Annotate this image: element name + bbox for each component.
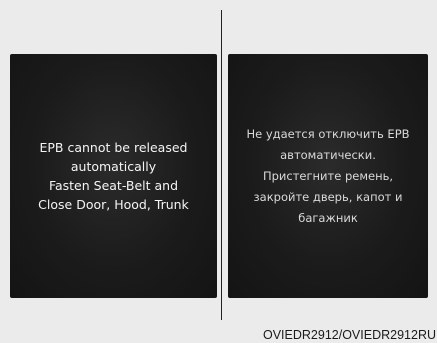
message-line: Close Door, Hood, Trunk	[38, 197, 189, 212]
message-line: EPB cannot be released	[39, 140, 188, 155]
message-line: Не удается отключить EPB	[246, 126, 410, 141]
epb-warning-message-russian: Не удается отключить EPB автоматически. …	[246, 124, 409, 229]
message-line: закройте дверь, капот и	[253, 189, 403, 204]
message-line: automatically	[70, 159, 157, 174]
epb-warning-message-english: EPB cannot be released automatically Fas…	[38, 138, 189, 214]
message-line: автоматически.	[280, 147, 376, 162]
panel-divider	[221, 10, 222, 320]
message-line: Fasten Seat-Belt and	[48, 178, 179, 193]
image-code-caption: OVIEDR2912/OVIEDR2912RU	[263, 328, 436, 342]
message-line: Пристегните ремень,	[262, 168, 394, 183]
display-screen-russian: Не удается отключить EPB автоматически. …	[228, 54, 428, 298]
display-screen-english: EPB cannot be released automatically Fas…	[10, 54, 217, 298]
message-line: багажник	[298, 210, 358, 225]
